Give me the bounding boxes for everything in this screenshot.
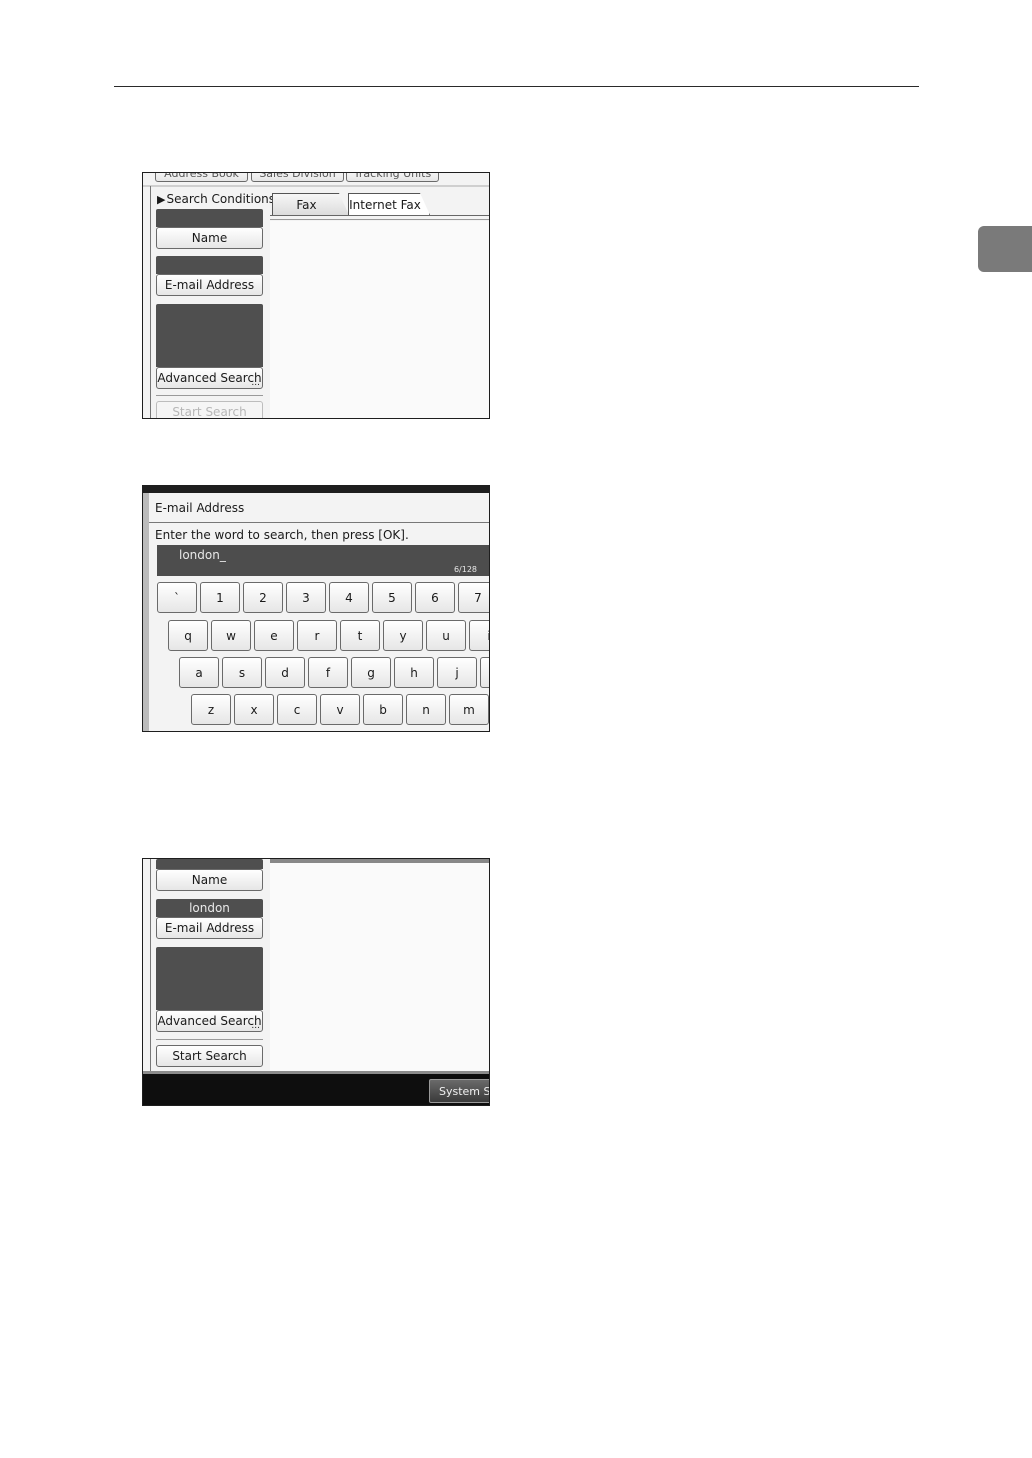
screenshot-search-conditions: Address Book Sales Division Tracking Uni… [142, 172, 490, 419]
search-divider [156, 1039, 263, 1040]
name-value-field [156, 209, 263, 227]
email-value-field: london [156, 899, 263, 917]
page-header-rule [114, 86, 919, 87]
key-n[interactable]: n [406, 694, 446, 725]
key-a[interactable]: a [179, 657, 219, 688]
key-2[interactable]: 2 [243, 582, 283, 613]
email-address-button[interactable]: E-mail Address [156, 917, 263, 939]
advanced-search-value-field [156, 947, 263, 1010]
panel-border [150, 859, 151, 1071]
key-k[interactable]: k [480, 657, 489, 688]
key-f[interactable]: f [308, 657, 348, 688]
results-area [270, 221, 489, 418]
advanced-search-button[interactable]: Advanced Search... [156, 1010, 263, 1032]
key-y[interactable]: y [383, 620, 423, 651]
key-q[interactable]: q [168, 620, 208, 651]
dialog-title: E-mail Address [155, 501, 245, 515]
key-u[interactable]: u [426, 620, 466, 651]
name-button[interactable]: Name [156, 227, 263, 249]
email-address-button[interactable]: E-mail Address [156, 274, 263, 296]
key-e[interactable]: e [254, 620, 294, 651]
tab-underline-shadow [270, 219, 489, 220]
key-v[interactable]: v [320, 694, 360, 725]
ellipsis-mark: ... [251, 1021, 260, 1031]
advanced-search-value-field [156, 304, 263, 367]
key-x[interactable]: x [234, 694, 274, 725]
tab-tracking-units[interactable]: Tracking Units [346, 173, 439, 182]
tab-address-book[interactable]: Address Book [155, 173, 248, 182]
email-value-field [156, 256, 263, 274]
key-j[interactable]: j [437, 657, 477, 688]
chapter-tab [978, 226, 1032, 272]
screenshot-email-keyboard: E-mail Address Enter the word to search,… [142, 485, 490, 732]
key-backtick[interactable]: ` [157, 582, 197, 613]
tab-sales-division[interactable]: Sales Division [251, 173, 344, 182]
dialog-instruction: Enter the word to search, then press [OK… [155, 528, 409, 542]
key-5[interactable]: 5 [372, 582, 412, 613]
search-input[interactable]: london_ 6/128 [157, 545, 489, 576]
key-z[interactable]: z [191, 694, 231, 725]
key-1[interactable]: 1 [200, 582, 240, 613]
dialog-top-bar [143, 486, 489, 493]
key-r[interactable]: r [297, 620, 337, 651]
key-7[interactable]: 7 [458, 582, 489, 613]
key-c[interactable]: c [277, 694, 317, 725]
results-area [270, 863, 489, 1071]
panel-border [150, 186, 151, 418]
ellipsis-mark: ... [251, 378, 260, 388]
tab-internet-fax[interactable]: Internet Fax [348, 193, 430, 215]
tab-fax[interactable]: Fax [272, 193, 349, 215]
start-search-button[interactable]: Start Search [156, 1045, 263, 1067]
key-m[interactable]: m [449, 694, 489, 725]
key-b[interactable]: b [363, 694, 403, 725]
key-w[interactable]: w [211, 620, 251, 651]
key-4[interactable]: 4 [329, 582, 369, 613]
key-h[interactable]: h [394, 657, 434, 688]
key-t[interactable]: t [340, 620, 380, 651]
system-status-button[interactable]: System Status [429, 1079, 489, 1103]
toolbar-divider [143, 185, 489, 187]
key-i[interactable]: i [469, 620, 489, 651]
search-divider [156, 395, 263, 396]
search-conditions-heading: ▶Search Conditions [157, 192, 276, 206]
name-value-field [156, 859, 263, 869]
key-3[interactable]: 3 [286, 582, 326, 613]
start-search-button[interactable]: Start Search [156, 401, 263, 418]
character-count: 6/128 [453, 565, 477, 574]
key-6[interactable]: 6 [415, 582, 455, 613]
key-s[interactable]: s [222, 657, 262, 688]
search-input-value: london_ [179, 548, 226, 562]
screenshot-search-filled: Name london E-mail Address Advanced Sear… [142, 858, 490, 1106]
key-d[interactable]: d [265, 657, 305, 688]
advanced-search-button[interactable]: Advanced Search... [156, 367, 263, 389]
name-button[interactable]: Name [156, 869, 263, 891]
title-separator [149, 522, 489, 523]
triangle-right-icon: ▶ [157, 193, 166, 206]
key-g[interactable]: g [351, 657, 391, 688]
tab-underline [270, 215, 489, 216]
dialog-left-edge [143, 493, 149, 731]
